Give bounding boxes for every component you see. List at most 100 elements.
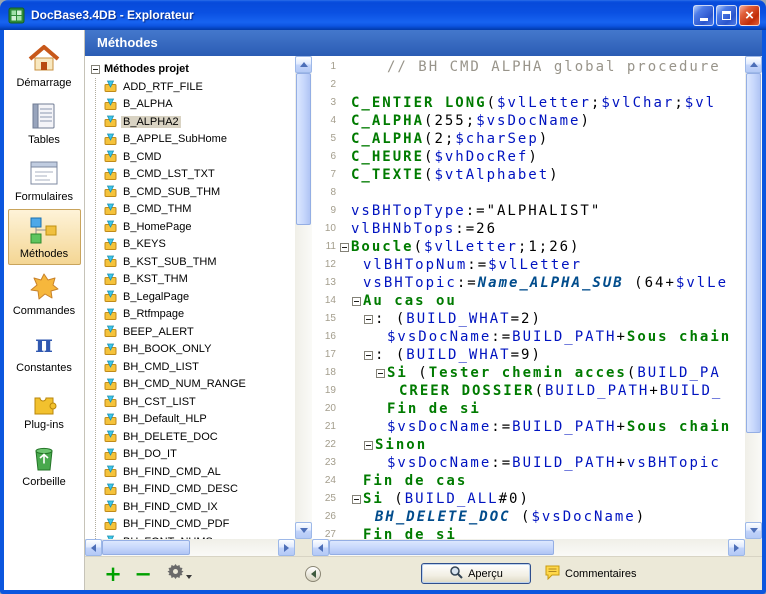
scroll-left-button[interactable] bbox=[312, 539, 329, 556]
list-hscroll-thumb[interactable] bbox=[102, 540, 190, 555]
scroll-down-button[interactable] bbox=[745, 522, 762, 539]
sidebar-item-corbeille[interactable]: Corbeille bbox=[8, 437, 81, 493]
fold-toggle[interactable] bbox=[352, 292, 363, 310]
fold-toggle[interactable] bbox=[376, 364, 387, 382]
method-item[interactable]: ADD_RTF_FILE bbox=[104, 78, 295, 96]
options-gear-button[interactable] bbox=[167, 563, 192, 585]
method-item[interactable]: B_CMD_SUB_THM bbox=[104, 183, 295, 201]
method-item[interactable]: B_Rtfmpage bbox=[104, 306, 295, 324]
method-item[interactable]: B_ALPHA bbox=[104, 96, 295, 114]
scroll-right-button[interactable] bbox=[278, 539, 295, 556]
method-icon bbox=[104, 80, 117, 93]
scroll-left-button[interactable] bbox=[85, 539, 102, 556]
editor-vertical-scrollbar[interactable] bbox=[745, 56, 762, 539]
code-line: 13vsBHTopic:=Name_ALPHA_SUB (64+$vlLe bbox=[312, 274, 745, 292]
method-icon bbox=[104, 395, 117, 408]
collapse-minus-icon[interactable] bbox=[364, 441, 373, 450]
method-item[interactable]: B_LegalPage bbox=[104, 288, 295, 306]
fold-toggle[interactable] bbox=[364, 436, 375, 454]
method-icon bbox=[104, 98, 117, 111]
code-text: Au cas ou bbox=[340, 293, 457, 309]
method-item[interactable]: B_APPLE_SubHome bbox=[104, 131, 295, 149]
collapse-panel-button[interactable] bbox=[305, 566, 321, 582]
list-horizontal-scrollbar[interactable] bbox=[85, 539, 295, 556]
collapse-minus-icon[interactable] bbox=[364, 351, 373, 360]
method-item[interactable]: BH_CMD_NUM_RANGE bbox=[104, 376, 295, 394]
code-line: 2 bbox=[312, 76, 745, 94]
left-arrow-icon bbox=[311, 570, 316, 578]
method-item[interactable]: B_CMD_LST_TXT bbox=[104, 166, 295, 184]
method-item[interactable]: BH_DELETE_DOC bbox=[104, 428, 295, 446]
method-item[interactable]: BH_CMD_LIST bbox=[104, 358, 295, 376]
sidebar-item-constantes[interactable]: πConstantes bbox=[8, 323, 81, 379]
editor-vscroll-thumb[interactable] bbox=[746, 73, 761, 433]
method-icon bbox=[104, 430, 117, 443]
method-item[interactable]: B_ALPHA2 bbox=[104, 113, 295, 131]
method-item[interactable]: B_HomePage bbox=[104, 218, 295, 236]
preview-button[interactable]: Aperçu bbox=[421, 563, 531, 584]
method-item[interactable]: BH_FIND_CMD_AL bbox=[104, 463, 295, 481]
method-item[interactable]: B_CMD bbox=[104, 148, 295, 166]
scroll-up-button[interactable] bbox=[745, 56, 762, 73]
code-line: 19CREER DOSSIER(BUILD_PATH+BUILD_ bbox=[312, 382, 745, 400]
delete-method-button[interactable]: − bbox=[131, 562, 155, 586]
app-window: DocBase3.4DB - Explorateur × DémarrageTa… bbox=[0, 0, 766, 594]
method-icon bbox=[104, 518, 117, 531]
method-icon bbox=[104, 150, 117, 163]
sidebar-item-plug-ins[interactable]: Plug-ins bbox=[8, 380, 81, 436]
fold-toggle[interactable] bbox=[352, 490, 363, 508]
tree-root[interactable]: Méthodes projet bbox=[91, 61, 295, 77]
close-button[interactable]: × bbox=[739, 5, 760, 26]
method-item[interactable]: B_KST_SUB_THM bbox=[104, 253, 295, 271]
method-item[interactable]: BH_BOOK_ONLY bbox=[104, 341, 295, 359]
collapse-minus-icon[interactable] bbox=[364, 315, 373, 324]
trash-icon bbox=[29, 443, 59, 473]
method-item[interactable]: B_CMD_THM bbox=[104, 201, 295, 219]
editor-hscroll-thumb[interactable] bbox=[329, 540, 554, 555]
list-vscroll-thumb[interactable] bbox=[296, 73, 311, 225]
tree-collapse-icon[interactable] bbox=[91, 65, 100, 74]
sidebar-item-tables[interactable]: Tables bbox=[8, 95, 81, 151]
list-vertical-scrollbar[interactable] bbox=[295, 56, 312, 539]
left-arrow-icon bbox=[91, 544, 96, 552]
method-item[interactable]: B_KEYS bbox=[104, 236, 295, 254]
method-item[interactable]: BH_DO_IT bbox=[104, 446, 295, 464]
titlebar[interactable]: DocBase3.4DB - Explorateur × bbox=[0, 0, 766, 30]
sidebar-item-methodes[interactable]: Méthodes bbox=[8, 209, 81, 265]
fold-toggle[interactable] bbox=[364, 310, 375, 328]
code-lines[interactable]: 1// BH CMD ALPHA global procedure23C_ENT… bbox=[312, 56, 745, 539]
fold-toggle[interactable] bbox=[364, 346, 375, 364]
method-item[interactable]: BH_FIND_CMD_DESC bbox=[104, 481, 295, 499]
method-item-label: BH_Default_HLP bbox=[121, 413, 209, 425]
method-item[interactable]: BH_FIND_CMD_IX bbox=[104, 498, 295, 516]
collapse-minus-icon[interactable] bbox=[376, 369, 385, 378]
method-item[interactable]: BH_CST_LIST bbox=[104, 393, 295, 411]
code-editor[interactable]: 1// BH CMD ALPHA global procedure23C_ENT… bbox=[312, 56, 762, 556]
minimize-button[interactable] bbox=[693, 5, 714, 26]
maximize-button[interactable] bbox=[716, 5, 737, 26]
method-icon bbox=[104, 325, 117, 338]
code-line: 25Si (BUILD_ALL#0) bbox=[312, 490, 745, 508]
collapse-minus-icon[interactable] bbox=[352, 297, 361, 306]
method-icon bbox=[104, 343, 117, 356]
method-item[interactable]: BH_Default_HLP bbox=[104, 411, 295, 429]
method-item[interactable]: BEEP_ALERT bbox=[104, 323, 295, 341]
fold-toggle[interactable] bbox=[340, 238, 351, 256]
method-item[interactable]: BH_FIND_CMD_PDF bbox=[104, 516, 295, 534]
collapse-minus-icon[interactable] bbox=[340, 243, 349, 252]
sidebar-item-demarrage[interactable]: Démarrage bbox=[8, 38, 81, 94]
preview-button-label: Aperçu bbox=[468, 568, 503, 580]
add-method-button[interactable]: + bbox=[101, 562, 125, 586]
method-tree[interactable]: Méthodes projet ADD_RTF_FILEB_ALPHAB_ALP… bbox=[85, 56, 295, 539]
sidebar-item-formulaires[interactable]: Formulaires bbox=[8, 152, 81, 208]
editor-horizontal-scrollbar[interactable] bbox=[312, 539, 745, 556]
method-item[interactable]: B_KST_THM bbox=[104, 271, 295, 289]
scroll-right-button[interactable] bbox=[728, 539, 745, 556]
comments-button[interactable]: Commentaires bbox=[545, 565, 637, 583]
sidebar-item-commandes[interactable]: Commandes bbox=[8, 266, 81, 322]
sidebar-item-label: Constantes bbox=[16, 362, 72, 374]
collapse-minus-icon[interactable] bbox=[352, 495, 361, 504]
scroll-down-button[interactable] bbox=[295, 522, 312, 539]
scroll-up-button[interactable] bbox=[295, 56, 312, 73]
right-arrow-icon bbox=[734, 544, 739, 552]
